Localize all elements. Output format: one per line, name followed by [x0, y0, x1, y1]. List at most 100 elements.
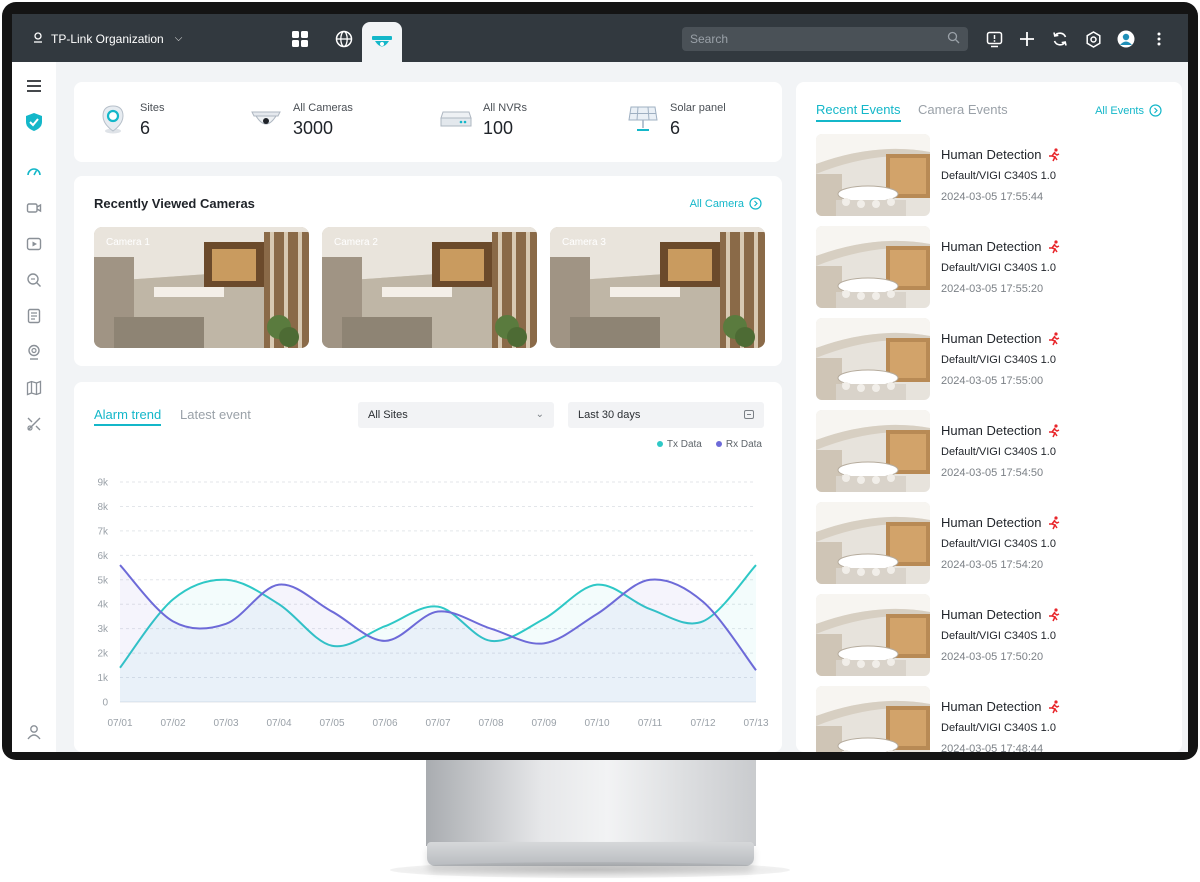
- user-icon: [27, 725, 41, 740]
- arrow-circle-right-icon: [1149, 104, 1162, 117]
- x-tick-label: 07/02: [160, 718, 185, 729]
- event-title: Human Detection: [941, 331, 1061, 346]
- camera-thumbnail[interactable]: Camera 1: [94, 227, 309, 348]
- event-time: 2024-03-05 17:55:20: [941, 283, 1044, 295]
- all-camera-link[interactable]: All Camera: [690, 197, 762, 210]
- y-tick-label: 7k: [97, 526, 109, 537]
- refresh-button[interactable]: [1048, 27, 1072, 51]
- sidebar-item-cameras[interactable]: [24, 198, 44, 218]
- solar-panel-icon: [626, 102, 660, 136]
- event-snapshot: [816, 226, 930, 308]
- tab-camera-events[interactable]: Camera Events: [918, 102, 1008, 117]
- event-type: Human Detection: [941, 607, 1042, 622]
- event-title: Human Detection: [941, 607, 1061, 622]
- sidebar-item-tools[interactable]: [24, 414, 44, 434]
- stat-solar-panel[interactable]: Solar panel 6: [626, 102, 726, 139]
- running-person-icon: [1049, 515, 1060, 529]
- sidebar-item-map[interactable]: [24, 378, 44, 398]
- event-snapshot: [816, 318, 930, 400]
- event-snapshot: [816, 502, 930, 584]
- avatar-icon: [1117, 30, 1135, 48]
- event-snapshot-image: [816, 226, 930, 308]
- event-time: 2024-03-05 17:55:00: [941, 375, 1044, 387]
- add-button[interactable]: [1015, 27, 1039, 51]
- event-device: Default/VIGI C340S 1.0: [941, 446, 1056, 458]
- event-item[interactable]: Human Detection Default/VIGI C340S 1.0 2…: [816, 502, 1166, 586]
- sidebar-item-search[interactable]: [24, 270, 44, 290]
- event-snapshot: [816, 134, 930, 216]
- stat-label: All NVRs: [483, 102, 528, 114]
- gear-icon: [1085, 30, 1101, 48]
- event-item[interactable]: Human Detection Default/VIGI C340S 1.0 2…: [816, 410, 1166, 494]
- sidebar-item-playback[interactable]: [24, 234, 44, 254]
- organization-name: TP-Link Organization: [51, 31, 164, 46]
- camera-thumbnail[interactable]: Camera 3: [550, 227, 765, 348]
- alarm-trend-chart: 0 1k 2k 3k 4k 5k 6k 7k 8k 9k 07/01 07/02 07/03 07/04 0…: [97, 478, 769, 730]
- x-tick-label: 07/13: [743, 718, 768, 729]
- apps-grid-button[interactable]: [278, 24, 322, 54]
- y-tick-label: 3k: [97, 624, 109, 635]
- camera-name: Camera 3: [562, 237, 606, 248]
- event-device: Default/VIGI C340S 1.0: [941, 722, 1056, 734]
- stat-label: Sites: [140, 102, 165, 114]
- camera-name: Camera 2: [334, 237, 378, 248]
- stat-value: 6: [140, 118, 151, 138]
- surveillance-tab[interactable]: [362, 22, 402, 62]
- webcam-icon: [28, 344, 40, 360]
- sidebar-item-logs[interactable]: [24, 306, 44, 326]
- monitor-alert-icon: [986, 31, 1002, 47]
- event-title: Human Detection: [941, 515, 1061, 530]
- x-tick-label: 07/01: [107, 718, 132, 729]
- stat-value: 6: [670, 118, 681, 138]
- event-device: Default/VIGI C340S 1.0: [941, 354, 1056, 366]
- x-tick-label: 07/07: [425, 718, 450, 729]
- shield-logo-icon: [26, 113, 42, 131]
- running-person-icon: [1049, 147, 1060, 161]
- section-title: Recently Viewed Cameras: [94, 196, 255, 211]
- settings-button[interactable]: [1081, 27, 1105, 51]
- stat-nvrs[interactable]: All NVRs 100: [439, 102, 527, 139]
- organization-selector[interactable]: TP-Link Organization ⌵: [32, 31, 182, 46]
- event-device: Default/VIGI C340S 1.0: [941, 262, 1056, 274]
- user-avatar[interactable]: [1114, 27, 1138, 51]
- global-view-button[interactable]: [322, 24, 366, 54]
- event-item[interactable]: Human Detection Default/VIGI C340S 1.0 2…: [816, 594, 1166, 678]
- search-input[interactable]: Search: [682, 27, 968, 51]
- all-events-link[interactable]: All Events: [1095, 104, 1162, 117]
- event-item[interactable]: Human Detection Default/VIGI C340S 1.0 2…: [816, 134, 1166, 218]
- camera-thumbnail[interactable]: Camera 2: [322, 227, 537, 348]
- stat-value: 3000: [293, 118, 334, 138]
- event-item[interactable]: Human Detection Default/VIGI C340S 1.0 2…: [816, 226, 1166, 310]
- sidebar-item-account[interactable]: [24, 722, 44, 742]
- running-person-icon: [1049, 607, 1060, 621]
- x-tick-label: 07/06: [372, 718, 397, 729]
- stat-cameras[interactable]: All Cameras 3000: [249, 102, 353, 139]
- notification-button[interactable]: [982, 27, 1006, 51]
- menu-toggle-button[interactable]: [24, 76, 44, 96]
- event-item[interactable]: Human Detection Default/VIGI C340S 1.0 2…: [816, 686, 1166, 752]
- running-person-icon: [1049, 699, 1060, 713]
- event-item[interactable]: Human Detection Default/VIGI C340S 1.0 2…: [816, 318, 1166, 402]
- stat-sites[interactable]: Sites 6: [96, 102, 164, 139]
- y-tick-label: 9k: [97, 478, 109, 489]
- event-snapshot-image: [816, 318, 930, 400]
- chevron-down-icon: ⌵: [174, 33, 183, 44]
- x-tick-label: 07/12: [690, 718, 715, 729]
- globe-icon: [335, 30, 353, 48]
- y-tick-label: 2k: [97, 649, 109, 660]
- tab-recent-events[interactable]: Recent Events: [816, 102, 901, 122]
- running-person-icon: [1049, 331, 1060, 345]
- more-menu-button[interactable]: [1147, 27, 1171, 51]
- hamburger-icon: [27, 80, 41, 92]
- event-snapshot-image: [816, 686, 930, 752]
- event-type: Human Detection: [941, 699, 1042, 714]
- dome-camera-icon: [249, 102, 283, 136]
- event-device: Default/VIGI C340S 1.0: [941, 630, 1056, 642]
- event-snapshot-image: [816, 410, 930, 492]
- sidebar-item-dashboard[interactable]: [24, 162, 44, 182]
- y-tick-label: 1k: [97, 673, 109, 684]
- search-icon[interactable]: [947, 31, 960, 47]
- sidebar-item-devices[interactable]: [24, 342, 44, 362]
- arrow-circle-right-icon: [749, 197, 762, 210]
- y-tick-label: 4k: [97, 600, 109, 611]
